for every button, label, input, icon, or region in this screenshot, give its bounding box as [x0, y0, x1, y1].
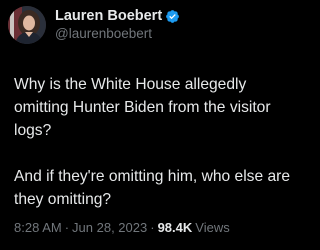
avatar-image — [8, 6, 46, 44]
avatar[interactable] — [8, 6, 46, 44]
tweet-time[interactable]: 8:28 AM — [14, 219, 62, 237]
tweet-meta: 8:28 AM · Jun 28, 2023 · 98.4K Views — [14, 219, 230, 237]
name-row: Lauren Boebert — [55, 7, 180, 25]
tweet-paragraph: Why is the White House allegedly omittin… — [14, 76, 271, 139]
meta-separator: · — [150, 220, 155, 235]
author-handle[interactable]: @laurenboebert — [55, 25, 180, 43]
tweet-text: Why is the White House allegedly omittin… — [14, 73, 296, 211]
views-count[interactable]: 98.4K — [158, 219, 193, 237]
author-names: Lauren Boebert @laurenboebert — [55, 7, 180, 43]
author-display-name[interactable]: Lauren Boebert — [55, 7, 162, 25]
views-label: Views — [195, 220, 230, 235]
tweet: Lauren Boebert @laurenboebert Why is the… — [0, 0, 300, 250]
tweet-header: Lauren Boebert @laurenboebert — [8, 6, 180, 44]
meta-separator: · — [64, 220, 70, 235]
tweet-date[interactable]: Jun 28, 2023 — [72, 219, 147, 237]
verified-badge-icon — [165, 9, 180, 24]
tweet-paragraph: And if they're omitting him, who else ar… — [14, 168, 290, 208]
